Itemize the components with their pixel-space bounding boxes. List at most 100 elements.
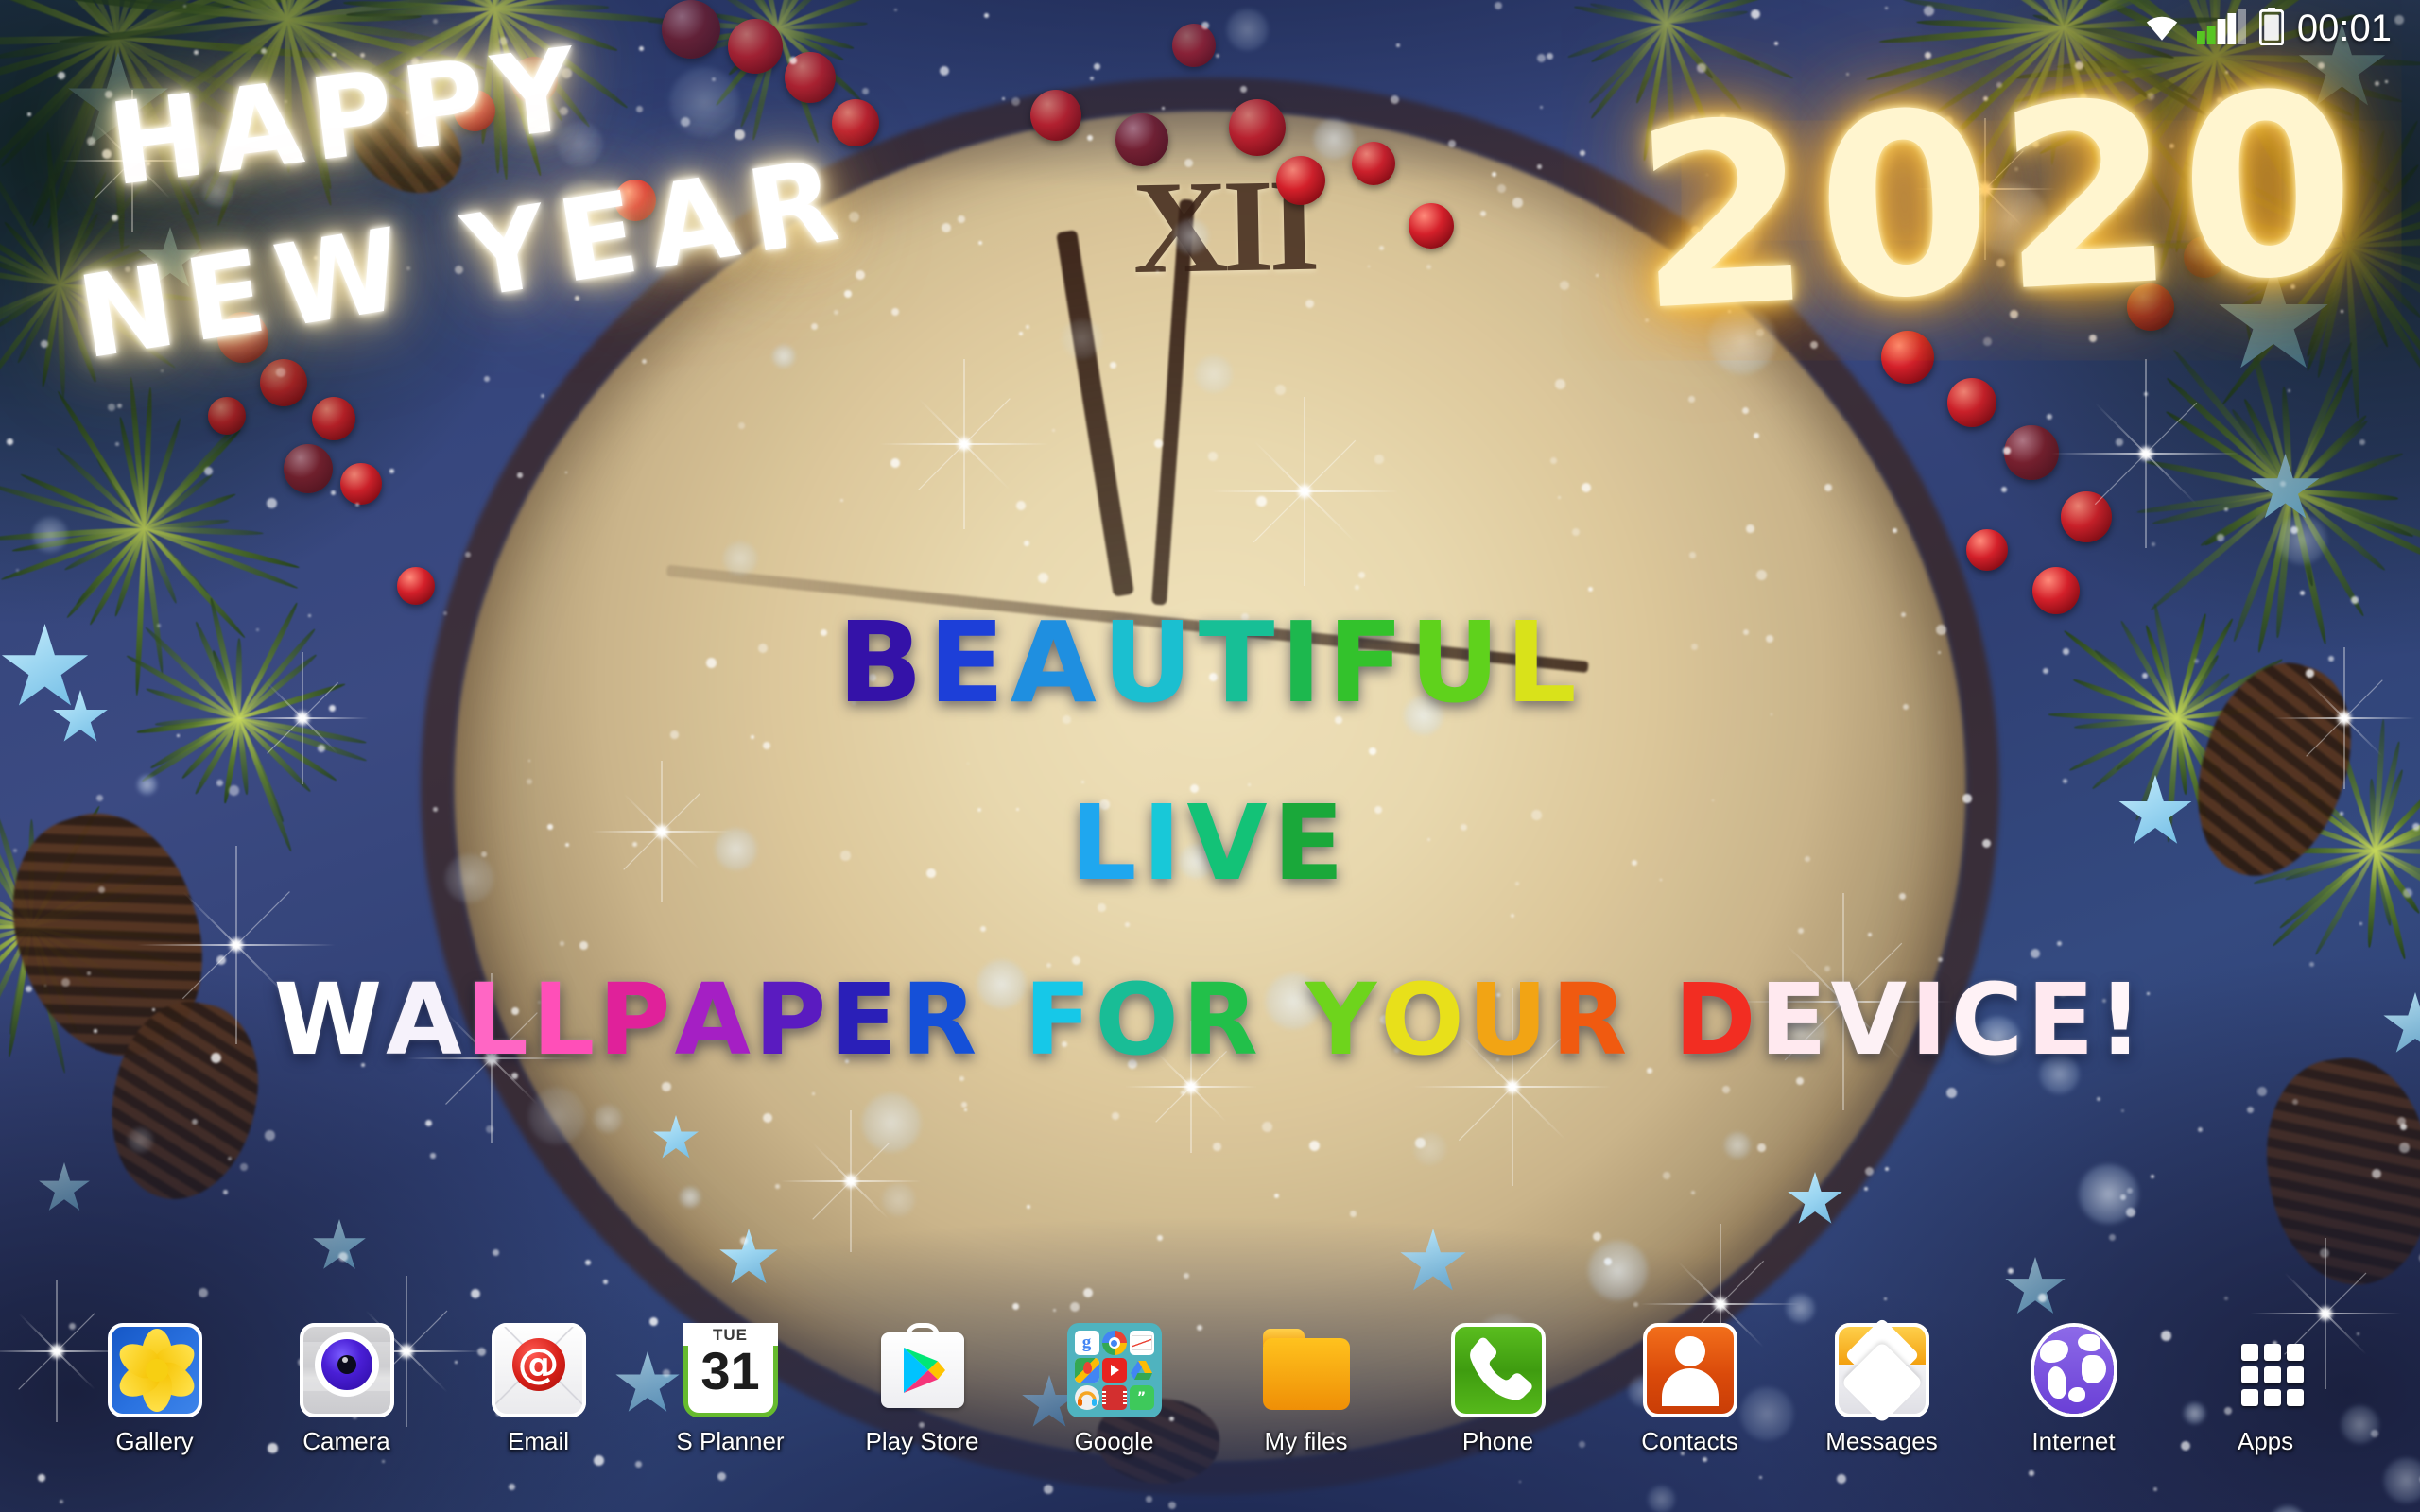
- snowflake: [834, 310, 838, 315]
- snowflake: [1688, 396, 1695, 403]
- sparkle-core: [230, 938, 243, 952]
- headline-letter: L: [532, 962, 598, 1077]
- snowflake: [1024, 541, 1029, 546]
- camera-border: [300, 1323, 394, 1418]
- snowflake: [1742, 407, 1749, 414]
- google-folder-icon[interactable]: g”: [1067, 1323, 1162, 1418]
- snowflake: [1689, 552, 1696, 558]
- globe-icon[interactable]: [2027, 1323, 2121, 1418]
- contacts-icon[interactable]: [1643, 1323, 1737, 1418]
- snowflake: [265, 1130, 275, 1141]
- snowflake: [228, 1157, 232, 1160]
- sparkle-core: [1298, 485, 1311, 498]
- apps-grid-icon[interactable]: [2219, 1323, 2313, 1418]
- headline-letter: I: [1142, 782, 1186, 903]
- headline-letter: C: [1951, 962, 2027, 1077]
- dock-app-label: My files: [1264, 1427, 1347, 1456]
- snowflake: [844, 290, 852, 298]
- snowflake: [1634, 1302, 1638, 1307]
- snowflake: [1756, 570, 1767, 580]
- snowflake: [2360, 439, 2365, 445]
- headline-letter: E: [1273, 782, 1350, 903]
- messages-icon[interactable]: [1835, 1323, 1929, 1418]
- camera-icon[interactable]: [300, 1323, 394, 1418]
- snowflake: [735, 129, 745, 140]
- headline-letter: I: [1280, 597, 1327, 728]
- snow-bokeh: [127, 1126, 154, 1154]
- headline-space: [1262, 962, 1305, 1077]
- folder-icon[interactable]: [1259, 1323, 1354, 1418]
- snowflake: [1593, 1232, 1601, 1241]
- calendar-icon[interactable]: TUE 31: [683, 1323, 778, 1418]
- gallery-icon[interactable]: [108, 1323, 202, 1418]
- headline-letter: U: [1409, 597, 1506, 728]
- snowflake: [41, 340, 48, 348]
- hangouts-icon: ”: [1130, 1385, 1154, 1410]
- snowflake: [2247, 1107, 2254, 1113]
- email-border: [492, 1323, 586, 1418]
- snowflake: [2224, 1297, 2228, 1300]
- headline-wallpaper: WALLPAPER FOR YOUR DEVICE!: [0, 962, 2420, 1077]
- dock-app-my-files[interactable]: My files: [1210, 1323, 1402, 1456]
- email-icon[interactable]: @: [492, 1323, 586, 1418]
- snowflake: [958, 215, 965, 223]
- dock-app-s-planner[interactable]: TUE 31 S Planner: [634, 1323, 826, 1456]
- headline-beautiful: BEAUTIFUL: [0, 597, 2420, 728]
- snowflake: [1448, 140, 1456, 147]
- greeting-year: 2020: [1629, 38, 2371, 367]
- snowflake: [1537, 164, 1542, 169]
- snow-bokeh: [679, 1186, 701, 1209]
- battery-icon: [2259, 8, 2284, 50]
- snowflake: [115, 442, 119, 446]
- headline-letter: L: [1506, 597, 1582, 728]
- snowflake: [662, 1082, 671, 1091]
- dock-app-label: Camera: [302, 1427, 389, 1456]
- snow-bokeh: [1723, 1131, 1752, 1160]
- sparkle-core: [958, 438, 971, 451]
- dock-app-camera[interactable]: Camera: [251, 1323, 442, 1456]
- snowflake: [1110, 362, 1116, 369]
- snowflake: [2385, 80, 2388, 83]
- snowflake: [1540, 106, 1543, 109]
- snowflake: [1754, 433, 1759, 438]
- snowflake: [1026, 325, 1029, 329]
- dock-app-contacts[interactable]: Contacts: [1594, 1323, 1786, 1456]
- snowflake: [1156, 270, 1159, 273]
- dock-app-messages[interactable]: Messages: [1786, 1323, 1978, 1456]
- drive-icon: [1130, 1358, 1154, 1383]
- snowflake: [223, 1190, 228, 1194]
- dock-app-google[interactable]: g” Google: [1018, 1323, 1210, 1456]
- messages-border: [1835, 1323, 1929, 1418]
- snow-bokeh: [667, 65, 741, 139]
- dock-app-gallery[interactable]: Gallery: [59, 1323, 251, 1456]
- snowflake: [775, 1184, 780, 1189]
- phone-icon[interactable]: [1451, 1323, 1546, 1418]
- dock-app-apps[interactable]: Apps: [2169, 1323, 2361, 1456]
- snowflake: [240, 1163, 248, 1171]
- snowflake: [811, 323, 818, 330]
- snow-bokeh: [2275, 513, 2328, 566]
- headline-letter: A: [386, 962, 466, 1077]
- snowflake: [1002, 97, 1005, 100]
- dock-app-phone[interactable]: Phone: [1402, 1323, 1594, 1456]
- dock-app-email[interactable]: @ Email: [442, 1323, 634, 1456]
- dock-app-play-store[interactable]: Play Store: [826, 1323, 1018, 1456]
- dock-app-internet[interactable]: Internet: [1978, 1323, 2169, 1456]
- signal-icon: [2197, 9, 2246, 49]
- status-bar: 00:01: [0, 0, 2420, 57]
- play-store-icon[interactable]: [875, 1323, 970, 1418]
- snowflake: [789, 57, 797, 64]
- headline-letter: V: [1831, 962, 1911, 1077]
- my-files-folder: [1263, 1338, 1350, 1410]
- snowflake: [579, 941, 588, 950]
- snowflake: [1757, 1143, 1766, 1152]
- snowflake: [493, 1249, 499, 1256]
- snowflake: [58, 72, 65, 79]
- status-clock: 00:01: [2297, 9, 2392, 47]
- snowflake: [1350, 1211, 1357, 1217]
- sparkle-core: [2139, 447, 2152, 460]
- dock-app-label: Google: [1075, 1427, 1154, 1456]
- headline-letter: F: [1327, 597, 1409, 728]
- snowflake: [389, 469, 394, 473]
- snowflake: [1722, 1086, 1730, 1093]
